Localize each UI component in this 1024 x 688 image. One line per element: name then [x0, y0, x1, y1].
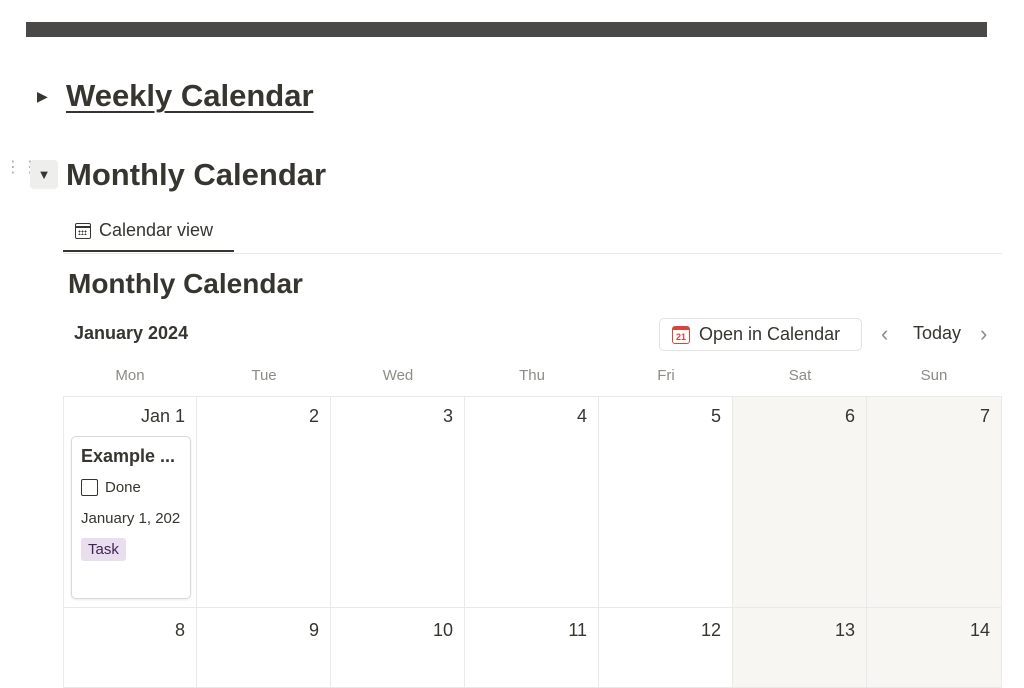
day-number: 4 — [576, 406, 587, 426]
open-in-calendar-button[interactable]: 21 Open in Calendar — [659, 318, 862, 351]
calendar-grid-icon — [75, 222, 91, 239]
weekday-header: Fri — [657, 367, 675, 384]
google-calendar-icon: 21 — [672, 325, 690, 344]
event-date: January 1, 202 — [81, 510, 181, 527]
database-title: Monthly Calendar — [68, 268, 303, 299]
open-in-calendar-label: Open in Calendar — [699, 324, 841, 344]
day-number: 2 — [308, 406, 319, 426]
today-button[interactable]: Today — [913, 323, 961, 344]
chevron-left-icon[interactable]: ‹ — [881, 322, 888, 346]
done-checkbox-label: Done — [105, 479, 141, 496]
day-number: 3 — [442, 406, 453, 426]
toggle-expanded-icon[interactable]: ▼ — [30, 160, 58, 189]
weekday-header: Thu — [519, 367, 545, 384]
tab-label: Calendar view — [99, 220, 214, 240]
day-number: Jan 1 — [140, 406, 185, 426]
event-title: Example ... — [81, 446, 176, 466]
toggle-collapsed-icon[interactable]: ▶ — [37, 89, 48, 103]
weekday-header: Sun — [920, 367, 948, 384]
view-tab-bar: Calendar view — [63, 211, 1002, 254]
drag-handle-icon[interactable]: ⋮⋮ — [5, 160, 38, 186]
day-cell-weekend[interactable]: 14 — [867, 608, 1002, 688]
event-card[interactable]: Example ... Done January 1, 202 Task — [71, 436, 191, 599]
task-tag: Task — [81, 538, 126, 561]
top-banner — [26, 22, 987, 37]
day-number: 9 — [308, 620, 319, 640]
day-cell[interactable]: 8 — [63, 608, 197, 688]
month-label: January 2024 — [74, 323, 189, 343]
done-checkbox[interactable] — [81, 479, 98, 496]
day-number: 5 — [710, 406, 721, 426]
weekly-calendar-heading-link[interactable]: Weekly Calendar — [66, 78, 314, 114]
gcal-icon-date: 21 — [675, 331, 686, 342]
day-cell[interactable]: 9 — [197, 608, 331, 688]
tab-calendar-view[interactable]: Calendar view — [63, 211, 234, 252]
day-cell-weekend[interactable]: 13 — [733, 608, 867, 688]
day-number: 12 — [700, 620, 721, 640]
weekday-header: Sat — [788, 367, 812, 384]
day-number: 14 — [969, 620, 990, 640]
day-cell[interactable]: 4 — [465, 397, 599, 608]
weekday-header: Mon — [115, 367, 145, 384]
monthly-calendar-heading: Monthly Calendar — [66, 157, 327, 192]
weekday-header: Tue — [251, 367, 277, 384]
day-cell[interactable]: 3 — [331, 397, 465, 608]
calendar-grid: Jan 1 2 3 4 5 6 7 8 9 10 11 12 13 14 — [63, 396, 1002, 688]
day-cell-weekend[interactable]: 6 — [733, 397, 867, 608]
day-cell[interactable]: 5 — [599, 397, 733, 608]
chevron-right-icon[interactable]: › — [980, 322, 987, 346]
day-number: 8 — [174, 620, 185, 640]
day-number: 10 — [432, 620, 453, 640]
day-cell-weekend[interactable]: 7 — [867, 397, 1002, 608]
weekday-header: Wed — [382, 367, 414, 384]
day-cell[interactable]: 12 — [599, 608, 733, 688]
day-number: 13 — [834, 620, 855, 640]
day-number: 7 — [979, 406, 990, 426]
day-number: 11 — [568, 620, 587, 640]
day-cell[interactable]: 11 — [465, 608, 599, 688]
day-cell[interactable]: 2 — [197, 397, 331, 608]
day-number: 6 — [844, 406, 855, 426]
day-cell[interactable]: 10 — [331, 608, 465, 688]
